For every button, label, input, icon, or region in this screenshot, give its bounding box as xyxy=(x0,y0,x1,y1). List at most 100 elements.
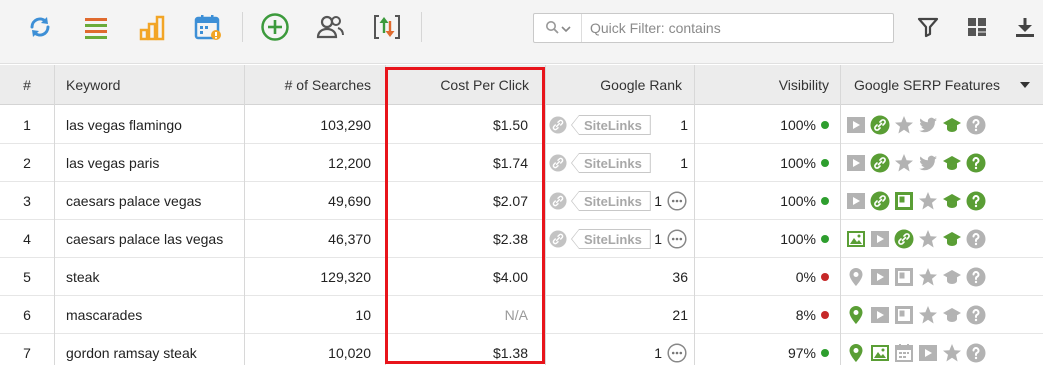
link-icon[interactable] xyxy=(870,153,890,173)
star-icon[interactable] xyxy=(894,153,914,173)
help-icon[interactable] xyxy=(966,115,986,135)
more-results-icon[interactable] xyxy=(667,191,687,211)
video-icon[interactable] xyxy=(846,153,866,173)
visibility-value: 97% xyxy=(787,345,816,361)
filter-mode-dropdown[interactable] xyxy=(534,14,582,42)
link-icon[interactable] xyxy=(894,229,914,249)
status-dot xyxy=(821,349,829,357)
star-icon[interactable] xyxy=(918,305,938,325)
twitter-icon[interactable] xyxy=(918,115,938,135)
visibility-cell: 97% xyxy=(695,334,829,366)
status-dot xyxy=(821,311,829,319)
header-keyword[interactable]: Keyword xyxy=(66,65,246,105)
visibility-value: 100% xyxy=(780,231,816,247)
bar-chart-icon[interactable] xyxy=(136,11,168,43)
keyword-cell[interactable]: las vegas paris xyxy=(66,144,244,182)
video-icon[interactable] xyxy=(870,229,890,249)
help-icon[interactable] xyxy=(966,267,986,287)
video-icon[interactable] xyxy=(846,191,866,211)
visibility-value: 0% xyxy=(795,269,816,285)
layout-icon[interactable] xyxy=(961,11,993,43)
visibility-value: 8% xyxy=(795,307,816,323)
table-row[interactable]: 1 las vegas flamingo 103,290 $1.50 SiteL… xyxy=(0,106,1043,144)
calendar-alert-icon[interactable] xyxy=(192,11,224,43)
help-icon[interactable] xyxy=(966,305,986,325)
visibility-cell: 100% xyxy=(695,144,829,182)
graduation-icon[interactable] xyxy=(942,153,962,173)
help-icon[interactable] xyxy=(966,153,986,173)
chevron-down-icon xyxy=(560,20,571,36)
panel-icon[interactable] xyxy=(894,267,914,287)
keyword-cell[interactable]: caesars palace las vegas xyxy=(66,220,244,258)
video-icon[interactable] xyxy=(870,267,890,287)
calendar-icon[interactable] xyxy=(894,343,914,363)
star-icon[interactable] xyxy=(894,115,914,135)
rank-value: 1 xyxy=(680,155,688,171)
pin-icon[interactable] xyxy=(846,305,866,325)
header-serp-features[interactable]: Google SERP Features xyxy=(854,65,1014,105)
searches-cell: 12,200 xyxy=(328,155,371,171)
row-number: 3 xyxy=(23,193,31,209)
video-icon[interactable] xyxy=(870,305,890,325)
rank-cell: SiteLinks 1 xyxy=(545,182,694,220)
cpc-cell: $1.38 xyxy=(492,345,528,361)
cpc-cell: N/A xyxy=(504,307,528,323)
list-icon[interactable] xyxy=(80,11,112,43)
link-icon[interactable] xyxy=(870,191,890,211)
graduation-icon[interactable] xyxy=(942,267,962,287)
star-icon[interactable] xyxy=(918,191,938,211)
image-icon[interactable] xyxy=(870,343,890,363)
header-num[interactable]: # xyxy=(0,65,54,105)
table-row[interactable]: 2 las vegas paris 12,200 $1.74 SiteLinks… xyxy=(0,144,1043,182)
header-searches[interactable]: # of Searches xyxy=(245,65,371,105)
table-row[interactable]: 7 gordon ramsay steak 10,020 $1.38 1 97% xyxy=(0,334,1043,366)
more-results-icon[interactable] xyxy=(667,229,687,249)
more-results-icon[interactable] xyxy=(667,343,687,363)
refresh-icon[interactable] xyxy=(24,11,56,43)
help-icon[interactable] xyxy=(966,191,986,211)
add-circle-icon[interactable] xyxy=(259,11,291,43)
rank-value: 21 xyxy=(672,307,688,323)
filter-icon[interactable] xyxy=(912,11,944,43)
pin-icon[interactable] xyxy=(846,343,866,363)
table-row[interactable]: 4 caesars palace las vegas 46,370 $2.38 … xyxy=(0,220,1043,258)
column-menu-icon[interactable] xyxy=(1020,65,1034,105)
searches-cell: 49,690 xyxy=(328,193,371,209)
graduation-icon[interactable] xyxy=(942,229,962,249)
image-icon[interactable] xyxy=(846,229,866,249)
keyword-cell[interactable]: las vegas flamingo xyxy=(66,106,244,144)
graduation-icon[interactable] xyxy=(942,305,962,325)
keyword-cell[interactable]: caesars palace vegas xyxy=(66,182,244,220)
grid-header: # Keyword # of Searches Cost Per Click G… xyxy=(0,65,1043,105)
quick-filter-input[interactable] xyxy=(582,20,893,36)
table-row[interactable]: 6 mascarades 10 N/A 21 8% xyxy=(0,296,1043,334)
header-rank[interactable]: Google Rank xyxy=(545,65,682,105)
graduation-icon[interactable] xyxy=(942,115,962,135)
panel-icon[interactable] xyxy=(894,191,914,211)
rank-cell: 36 xyxy=(545,258,694,296)
keyword-cell[interactable]: mascarades xyxy=(66,296,244,334)
pin-icon[interactable] xyxy=(846,267,866,287)
panel-icon[interactable] xyxy=(894,305,914,325)
table-row[interactable]: 5 steak 129,320 $4.00 36 0% xyxy=(0,258,1043,296)
users-icon[interactable] xyxy=(314,11,346,43)
help-icon[interactable] xyxy=(966,343,986,363)
twitter-icon[interactable] xyxy=(918,153,938,173)
sort-arrows-icon[interactable] xyxy=(371,11,403,43)
video-icon[interactable] xyxy=(846,115,866,135)
keyword-cell[interactable]: gordon ramsay steak xyxy=(66,334,244,366)
header-cpc[interactable]: Cost Per Click xyxy=(385,65,529,105)
help-icon[interactable] xyxy=(966,229,986,249)
star-icon[interactable] xyxy=(918,229,938,249)
star-icon[interactable] xyxy=(942,343,962,363)
header-visibility[interactable]: Visibility xyxy=(695,65,829,105)
star-icon[interactable] xyxy=(918,267,938,287)
sitelinks-badge: SiteLinks xyxy=(571,229,651,249)
link-icon[interactable] xyxy=(870,115,890,135)
table-row[interactable]: 3 caesars palace vegas 49,690 $2.07 Site… xyxy=(0,182,1043,220)
visibility-value: 100% xyxy=(780,193,816,209)
video-icon[interactable] xyxy=(918,343,938,363)
download-icon[interactable] xyxy=(1009,11,1041,43)
keyword-cell[interactable]: steak xyxy=(66,258,244,296)
graduation-icon[interactable] xyxy=(942,191,962,211)
